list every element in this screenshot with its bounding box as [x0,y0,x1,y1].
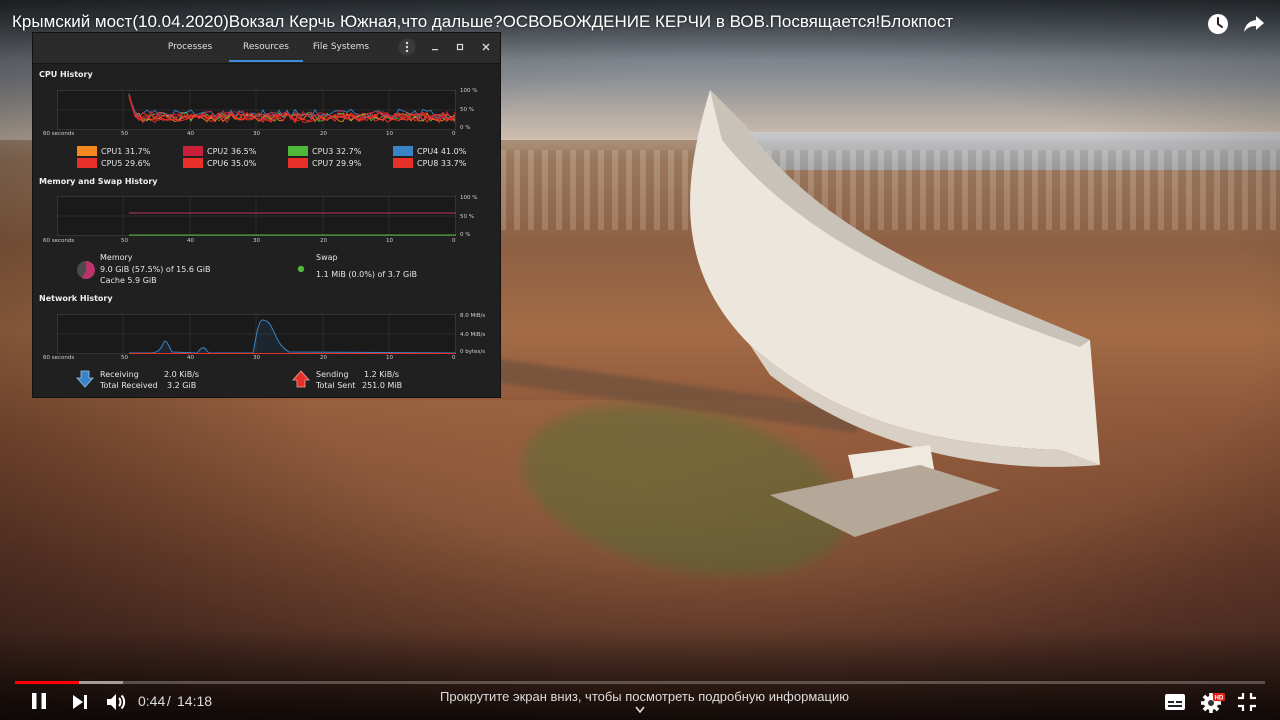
swap-pie-icon[interactable] [297,265,305,273]
mem-xlabel-30: 30 [253,238,260,244]
net-xlabel-60: 60 seconds [43,355,75,361]
cpu-xlabel-0: 0 [452,131,456,137]
cpu-xlabel-30: 30 [253,131,260,137]
total-received-value: 3.2 GiB [167,381,197,390]
mem-ylabel-100: 100 % [460,195,478,201]
tab-resources[interactable]: Resources [229,33,303,62]
exit-fullscreen-icon[interactable] [1236,691,1258,713]
mem-xlabel-60: 60 seconds [43,238,75,244]
tab-file-systems[interactable]: File Systems [309,33,373,60]
cpu-xlabel-20: 20 [320,131,327,137]
net-xlabel-0: 0 [452,355,456,361]
cpu-ylabel-0: 0 % [460,125,471,131]
time-separator: / [163,693,175,709]
cpu2-swatch[interactable] [183,146,203,156]
mem-xlabel-20: 20 [320,238,327,244]
volume-icon[interactable] [104,690,128,714]
cpu8-legend: CPU8 33.7% [417,159,467,168]
maximize-icon[interactable] [451,38,469,56]
minimize-icon[interactable] [426,38,444,56]
share-icon[interactable] [1242,12,1266,36]
cpu5-legend: CPU5 29.6% [101,159,151,168]
swap-label: Swap [316,253,338,262]
chevron-down-icon[interactable] [634,705,646,715]
network-history-graph [57,314,456,354]
total-sent-value: 251.0 MiB [362,381,403,390]
net-ylabel-4: 4.0 MiB/s [460,332,486,338]
scroll-hint[interactable]: Прокрутите экран вниз, чтобы посмотреть … [440,689,849,704]
memory-history-graph [57,196,456,236]
sending-value: 1.2 KiB/s [364,370,400,379]
hd-badge-label: HD [1215,696,1224,702]
cpu-history-title: CPU History [39,70,93,79]
cpu1-legend: CPU1 31.7% [101,147,151,156]
cpu5-swatch[interactable] [77,158,97,168]
cpu3-swatch[interactable] [288,146,308,156]
progress-track[interactable] [15,681,1265,684]
cpu-ylabel-50: 50 % [460,107,474,113]
cpu-history-graph [57,90,456,130]
cpu3-legend: CPU3 32.7% [312,147,362,156]
swap-value: 1.1 MiB (0.0%) of 3.7 GiB [316,270,417,279]
cpu7-legend: CPU7 29.9% [312,159,362,168]
receiving-arrow-icon[interactable] [76,370,94,388]
cpu4-legend: CPU4 41.0% [417,147,467,156]
total-time: 14:18 [177,693,213,709]
total-received-label: Total Received [100,381,158,390]
net-ylabel-8: 8.0 MiB/s [460,313,486,319]
receiving-label: Receiving [100,370,139,379]
cpu6-legend: CPU6 35.0% [207,159,257,168]
current-time: 0:44 [138,693,166,709]
net-xlabel-10: 10 [386,355,393,361]
sending-arrow-icon[interactable] [292,370,310,388]
sending-label: Sending [316,370,349,379]
mem-ylabel-0: 0 % [460,232,471,238]
header-bar: Processes Resources File Systems [33,33,500,64]
progress-played[interactable] [15,681,79,684]
memory-value: 9.0 GiB (57.5%) of 15.6 GiB [100,265,211,274]
close-icon[interactable] [477,38,495,56]
system-monitor-window[interactable]: Processes Resources File Systems CPU His… [33,33,500,397]
settings-icon[interactable]: HD [1200,690,1226,714]
mem-ylabel-50: 50 % [460,214,474,220]
net-xlabel-40: 40 [187,355,194,361]
total-sent-label: Total Sent [316,381,356,390]
memory-pie-icon[interactable] [75,259,97,281]
video-title[interactable]: Крымский мост(10.04.2020)Вокзал Керчь Юж… [12,12,953,32]
cpu6-swatch[interactable] [183,158,203,168]
cpu-xlabel-60: 60 seconds [43,131,75,137]
net-xlabel-50: 50 [121,355,128,361]
cpu-xlabel-40: 40 [187,131,194,137]
next-icon[interactable] [70,692,90,712]
memory-cache: Cache 5.9 GiB [100,276,157,285]
cpu4-swatch[interactable] [393,146,413,156]
cpu-xlabel-10: 10 [386,131,393,137]
pause-icon[interactable] [28,690,50,712]
watch-later-icon[interactable] [1206,12,1230,36]
mem-xlabel-10: 10 [386,238,393,244]
memory-history-title: Memory and Swap History [39,177,158,186]
cpu-xlabel-50: 50 [121,131,128,137]
menu-icon[interactable] [398,38,416,56]
cpu7-swatch[interactable] [288,158,308,168]
cpu8-swatch[interactable] [393,158,413,168]
subtitles-icon[interactable] [1163,691,1187,713]
net-xlabel-30: 30 [253,355,260,361]
cpu1-swatch[interactable] [77,146,97,156]
mem-xlabel-0: 0 [452,238,456,244]
mem-xlabel-50: 50 [121,238,128,244]
cpu2-legend: CPU2 36.5% [207,147,257,156]
network-history-title: Network History [39,294,113,303]
receiving-value: 2.0 KiB/s [164,370,200,379]
net-ylabel-0: 0 bytes/s [460,349,486,355]
cpu-ylabel-100: 100 % [460,88,478,94]
mem-xlabel-40: 40 [187,238,194,244]
tab-processes[interactable]: Processes [157,33,223,60]
net-xlabel-20: 20 [320,355,327,361]
memory-label: Memory [100,253,133,262]
